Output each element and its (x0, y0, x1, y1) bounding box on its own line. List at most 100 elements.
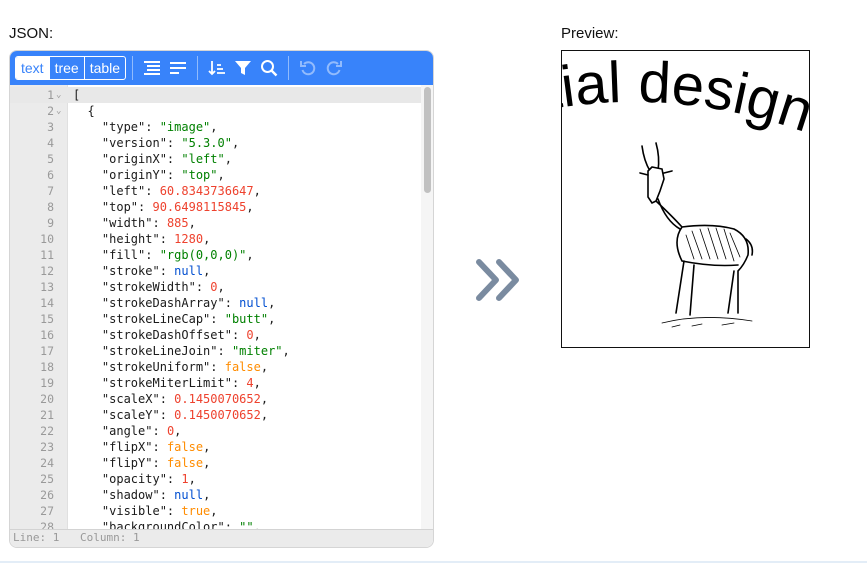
code-line[interactable]: 22 "angle": 0, (10, 423, 423, 439)
code-line[interactable]: 16 "strokeDashOffset": 0, (10, 327, 423, 343)
code-text: "flipX": false, (73, 439, 210, 455)
code-token: : (195, 280, 211, 294)
status-bar: Line: 1 Column: 1 (10, 529, 433, 547)
sort-icon[interactable] (204, 54, 230, 82)
code-line[interactable]: 10 "height": 1280, (10, 231, 423, 247)
preview-canvas[interactable]: initial design (561, 50, 810, 348)
code-token: "5.3.0" (181, 136, 232, 150)
line-number: 15 (40, 312, 54, 326)
code-token: "originY" (73, 168, 167, 182)
line-number: 22 (40, 424, 54, 438)
code-token: "opacity" (73, 472, 167, 486)
code-token: 4 (246, 376, 254, 390)
code-token: , (260, 360, 269, 374)
code-line[interactable]: 21 "scaleY": 0.1450070652, (10, 407, 423, 423)
code-line[interactable]: 26 "shadow": null, (10, 487, 423, 503)
code-token: : (159, 392, 175, 406)
mode-table-button[interactable]: table (85, 57, 125, 79)
code-line[interactable]: 9 "width": 885, (10, 215, 423, 231)
code-token: , (260, 392, 269, 406)
code-line[interactable]: 1 ⌄ [ (10, 87, 423, 103)
code-token: "strokeLineJoin" (73, 344, 218, 358)
curved-text[interactable]: initial design (562, 51, 810, 145)
code-line[interactable]: 6 "originY": "top", (10, 167, 423, 183)
code-area[interactable]: 1 ⌄[2 ⌄ {3 "type": "image", 4 "version": "5… (10, 85, 433, 531)
code-token: , (282, 344, 290, 358)
code-line[interactable]: 2 ⌄ { (10, 103, 423, 119)
code-line[interactable]: 13 "strokeWidth": 0, (10, 279, 423, 295)
code-line[interactable]: 11 "fill": "rgb(0,0,0)", (10, 247, 423, 263)
fold-toggle-icon[interactable]: ⌄ (56, 103, 66, 119)
code-token: , (217, 280, 225, 294)
line-number: 4 (47, 136, 54, 150)
filter-icon[interactable] (230, 54, 256, 82)
code-line[interactable]: 14 "strokeDashArray": null, (10, 295, 423, 311)
line-number: 20 (40, 392, 54, 406)
code-token: "butt" (224, 312, 269, 326)
code-token: , (253, 184, 261, 198)
gazelle-illustration[interactable] (639, 142, 754, 328)
code-line[interactable]: 25 "opacity": 1, (10, 471, 423, 487)
code-token: "top" (181, 168, 218, 182)
code-token: null (174, 488, 204, 502)
line-number: 11 (40, 248, 54, 262)
code-token: false (166, 440, 204, 454)
code-token: "left" (181, 152, 225, 166)
code-line[interactable]: 15 "strokeLineCap": "butt", (10, 311, 423, 327)
line-number: 1 (47, 88, 54, 102)
code-line[interactable]: 7 "left": 60.8343736647, (10, 183, 423, 199)
code-line[interactable]: 20 "scaleX": 0.1450070652, (10, 391, 423, 407)
code-token: : (166, 168, 182, 182)
editor-toolbar: text tree table (10, 51, 433, 85)
code-line[interactable]: 18 "strokeUniform": false, (10, 359, 423, 375)
code-line[interactable]: 17 "strokeLineJoin": "miter", (10, 343, 423, 359)
search-icon[interactable] (256, 54, 282, 82)
line-number: 18 (40, 360, 54, 374)
code-text: "stroke": null, (73, 263, 210, 279)
code-text: "strokeLineJoin": "miter", (73, 343, 290, 359)
json-editor[interactable]: text tree table 1 ⌄[2 ⌄ {3 "type": "imag… (9, 50, 434, 548)
code-token: "strokeUniform" (73, 360, 211, 374)
code-text: "fill": "rgb(0,0,0)", (73, 247, 254, 263)
fold-toggle-icon[interactable]: ⌄ (56, 87, 66, 103)
line-number: 24 (40, 456, 54, 470)
code-token: : (210, 312, 225, 326)
compact-icon[interactable] (165, 54, 191, 82)
code-token: false (166, 456, 204, 470)
vertical-scrollbar[interactable] (421, 85, 433, 531)
code-line[interactable]: 12 "stroke": null, (10, 263, 423, 279)
code-token: { (73, 104, 95, 118)
code-line[interactable]: 23 "flipX": false, (10, 439, 423, 455)
code-line[interactable]: 8 "top": 90.6498115845, (10, 199, 423, 215)
code-token: "fill" (73, 248, 146, 262)
code-line[interactable]: 5 "originX": "left", (10, 151, 423, 167)
code-text: "originX": "left", (73, 151, 232, 167)
code-token: "strokeDashArray" (73, 296, 225, 310)
scrollbar-thumb[interactable] (424, 87, 431, 193)
code-text: "width": 885, (73, 215, 196, 231)
code-line[interactable]: 19 "strokeMiterLimit": 4, (10, 375, 423, 391)
code-token: "strokeDashOffset" (73, 328, 232, 342)
code-token: null (174, 264, 204, 278)
code-text: "strokeUniform": false, (73, 359, 268, 375)
code-line[interactable]: 27 "visible": true, (10, 503, 423, 519)
code-line[interactable]: 4 "version": "5.3.0", (10, 135, 423, 151)
code-token: , (246, 200, 254, 214)
line-number: 5 (47, 152, 54, 166)
undo-icon[interactable] (295, 54, 321, 82)
format-icon[interactable] (139, 54, 165, 82)
code-line[interactable]: 3 "type": "image", (10, 119, 423, 135)
code-token: : (145, 248, 160, 262)
code-token: , (246, 248, 254, 262)
code-token: , (210, 120, 218, 134)
code-token: "scaleY" (73, 408, 160, 422)
line-number: 3 (47, 120, 54, 134)
code-token: : (166, 504, 182, 518)
code-token: , (188, 472, 196, 486)
mode-tree-button[interactable]: tree (50, 57, 85, 79)
code-line[interactable]: 24 "flipY": false, (10, 455, 423, 471)
redo-icon[interactable] (321, 54, 347, 82)
json-label: JSON: (9, 25, 54, 42)
code-token: : (166, 136, 182, 150)
mode-text-button[interactable]: text (16, 57, 50, 79)
